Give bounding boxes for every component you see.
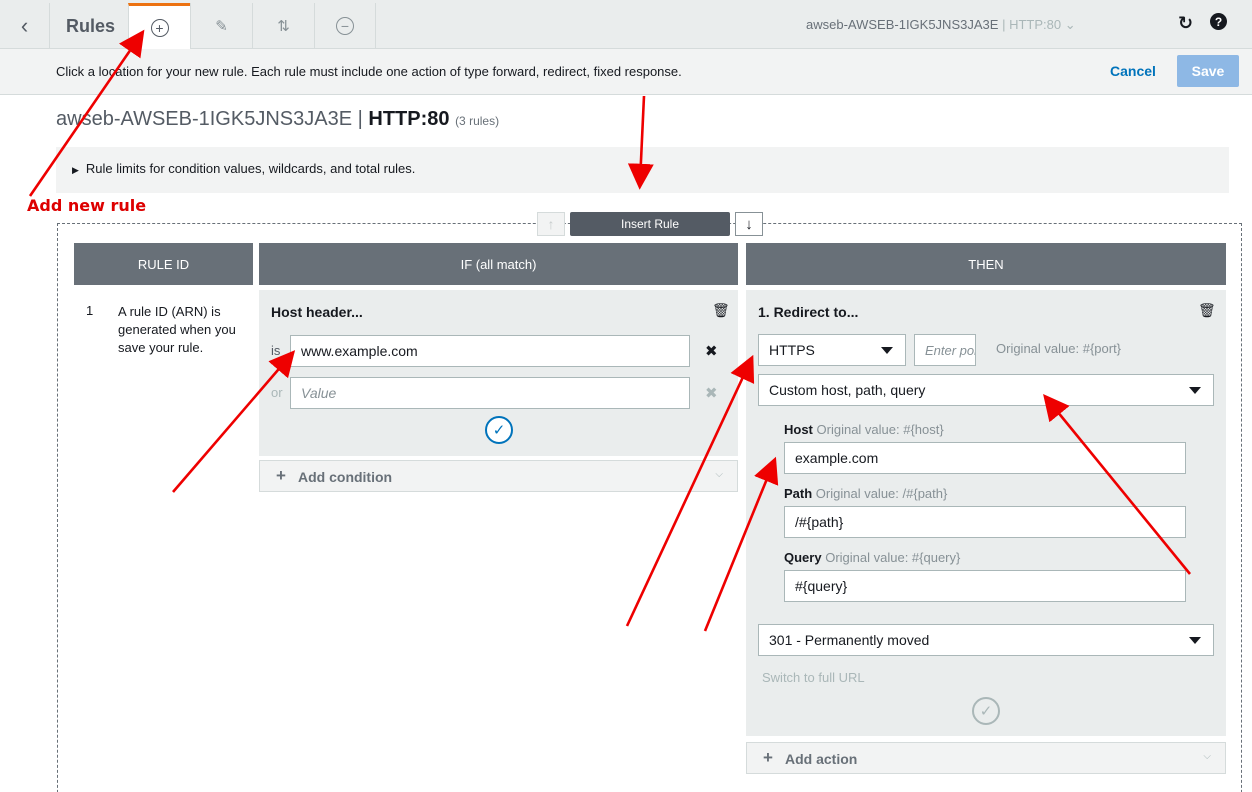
- rule-limits-text: Rule limits for condition values, wildca…: [85, 161, 416, 176]
- chevron-down-icon: ⌵: [715, 469, 723, 480]
- or-label: or: [271, 385, 283, 400]
- page-title: Rules: [66, 16, 116, 36]
- caret-right-icon: ▶: [72, 165, 79, 175]
- toolbar: ‹ Rules + ✎ ⇅ − awseb-AWSEB-1IGK5JNS3JA3…: [0, 0, 1252, 49]
- listener-heading: awseb-AWSEB-1IGK5JNS3JA3E | HTTP:80 (3 r…: [56, 108, 499, 131]
- selector-lb-name: awseb-AWSEB-1IGK5JNS3JA3E: [806, 17, 999, 32]
- protocol-select[interactable]: HTTPS: [758, 334, 906, 366]
- confirm-check-icon[interactable]: ✓: [972, 697, 1000, 725]
- host-input[interactable]: example.com: [784, 442, 1186, 474]
- listener-name: awseb-AWSEB-1IGK5JNS3JA3E: [56, 108, 353, 130]
- port-input[interactable]: Enter port: [914, 334, 976, 366]
- chevron-down-icon: ⌵: [1203, 751, 1211, 762]
- plus-icon: +: [763, 748, 773, 767]
- cancel-button[interactable]: Cancel: [1110, 63, 1156, 79]
- column-header-then: THEN: [746, 243, 1226, 285]
- chevron-left-icon[interactable]: ‹: [0, 3, 50, 49]
- add-action-button[interactable]: + Add action ⌵: [746, 742, 1226, 774]
- insert-rule-button[interactable]: Insert Rule: [570, 212, 730, 236]
- refresh-icon[interactable]: ↻: [1178, 13, 1193, 34]
- reorder-rules-button[interactable]: ⇅: [252, 3, 314, 49]
- close-icon[interactable]: ✖: [705, 342, 718, 360]
- add-rule-button[interactable]: +: [128, 3, 190, 49]
- arrow-up-icon[interactable]: ↑: [537, 212, 565, 236]
- edit-rules-button[interactable]: ✎: [190, 3, 252, 49]
- is-label: is: [271, 343, 281, 358]
- host-header-value-input[interactable]: www.example.com: [290, 335, 690, 367]
- rule-number: 1: [86, 303, 94, 318]
- add-action-label: Add action: [785, 751, 858, 767]
- protocol-value: HTTPS: [769, 342, 815, 358]
- host-label: Host Original value: #{host}: [784, 422, 944, 437]
- rule-count: (3 rules): [455, 114, 500, 128]
- query-input[interactable]: #{query}: [784, 570, 1186, 602]
- add-condition-label: Add condition: [298, 469, 393, 485]
- status-code-value: 301 - Permanently moved: [769, 632, 930, 648]
- save-button[interactable]: Save: [1177, 55, 1239, 87]
- redirect-mode-value: Custom host, path, query: [769, 382, 926, 398]
- action-title: 1. Redirect to...: [758, 304, 859, 320]
- delete-rules-button[interactable]: −: [314, 3, 376, 49]
- confirm-check-icon[interactable]: ✓: [485, 416, 513, 444]
- rule-id-description: A rule ID (ARN) is generated when you sa…: [118, 304, 236, 355]
- annotation-label: Add new rule: [27, 196, 147, 215]
- condition-title: Host header...: [271, 304, 363, 320]
- status-code-select[interactable]: 301 - Permanently moved: [758, 624, 1214, 656]
- add-condition-button[interactable]: + Add condition ⌵: [259, 460, 738, 492]
- close-icon[interactable]: ✖: [705, 384, 718, 402]
- column-header-if: IF (all match): [259, 243, 738, 285]
- listener-separator: |: [357, 108, 363, 130]
- condition-panel: Host header... 🗑 is www.example.com ✖ or…: [259, 290, 738, 456]
- selector-port: HTTP:80: [1009, 17, 1062, 32]
- reorder-icon: ⇅: [277, 18, 290, 35]
- trash-icon[interactable]: 🗑: [712, 302, 730, 319]
- switch-to-full-url-link[interactable]: Switch to full URL: [762, 670, 865, 685]
- action-panel: 1. Redirect to... 🗑 HTTPS Enter port Ori…: [746, 290, 1226, 736]
- listener-port: HTTP:80: [368, 108, 450, 130]
- minus-circle-icon: −: [336, 17, 354, 35]
- plus-icon: +: [276, 466, 286, 485]
- rule-limits-expander[interactable]: ▶ Rule limits for condition values, wildc…: [56, 147, 1229, 193]
- arrow-down-icon[interactable]: ↓: [735, 212, 763, 236]
- pencil-icon: ✎: [215, 18, 228, 35]
- caret-down-icon: [1189, 637, 1201, 644]
- redirect-mode-select[interactable]: Custom host, path, query: [758, 374, 1214, 406]
- trash-icon[interactable]: 🗑: [1198, 302, 1216, 319]
- instruction-text: Click a location for your new rule. Each…: [56, 64, 682, 79]
- instruction-bar: Click a location for your new rule. Each…: [0, 49, 1252, 95]
- column-header-rule-id: RULE ID: [74, 243, 253, 285]
- caret-down-icon: [881, 347, 893, 354]
- path-input[interactable]: /#{path}: [784, 506, 1186, 538]
- host-header-extra-input[interactable]: Value: [290, 377, 690, 409]
- port-original-hint: Original value: #{port}: [996, 341, 1122, 356]
- query-label: Query Original value: #{query}: [784, 550, 961, 565]
- path-label: Path Original value: /#{path}: [784, 486, 948, 501]
- caret-down-icon: [1189, 387, 1201, 394]
- help-icon[interactable]: ?: [1210, 13, 1227, 30]
- listener-selector[interactable]: awseb-AWSEB-1IGK5JNS3JA3E | HTTP:80 ⌄: [806, 17, 1076, 33]
- plus-circle-icon: +: [150, 18, 169, 37]
- chevron-down-icon: ⌄: [1064, 17, 1076, 32]
